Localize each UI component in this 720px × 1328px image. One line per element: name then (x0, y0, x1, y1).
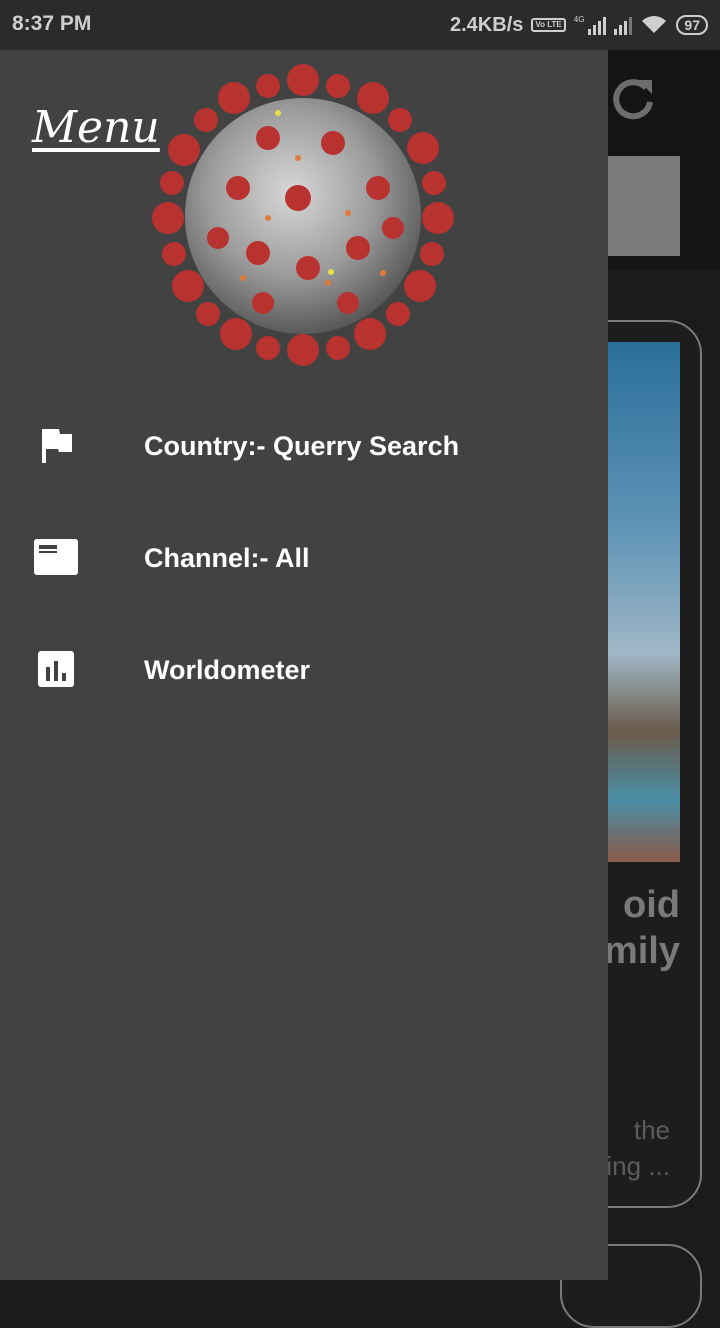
status-icons: 2.4KB/s Vo LTE 4G 97 (450, 10, 708, 40)
volte-icon: Vo LTE (531, 18, 566, 32)
status-bar: 8:37 PM 2.4KB/s Vo LTE 4G 97 (0, 0, 720, 50)
bar-chart-icon (38, 651, 74, 687)
drawer-item-worldometer[interactable]: Worldometer (0, 624, 608, 714)
navigation-drawer: Menu Country:- Querry Search Channel:- A… (0, 50, 608, 1280)
drawer-item-label: Country:- Querry Search (144, 431, 460, 461)
network-speed: 2.4KB/s (450, 13, 524, 36)
flag-icon (42, 429, 72, 463)
featured-video-icon (34, 539, 78, 575)
coronavirus-icon (152, 64, 454, 366)
news-card-image (602, 342, 680, 862)
drawer-item-channel[interactable]: Channel:- All (0, 512, 608, 602)
status-time: 8:37 PM (12, 12, 92, 35)
battery-icon: 97 (676, 15, 708, 35)
wifi-icon (642, 16, 667, 33)
signal-icon-2 (614, 15, 633, 35)
drawer-item-label: Worldometer (144, 655, 311, 685)
network-type: 4G (573, 15, 585, 24)
signal-icon: 4G (574, 15, 607, 35)
drawer-item-country-search[interactable]: Country:- Querry Search (0, 400, 608, 490)
refresh-icon[interactable] (608, 74, 658, 124)
drawer-title: Menu (32, 102, 160, 153)
drawer-item-label: Channel:- All (144, 543, 310, 573)
